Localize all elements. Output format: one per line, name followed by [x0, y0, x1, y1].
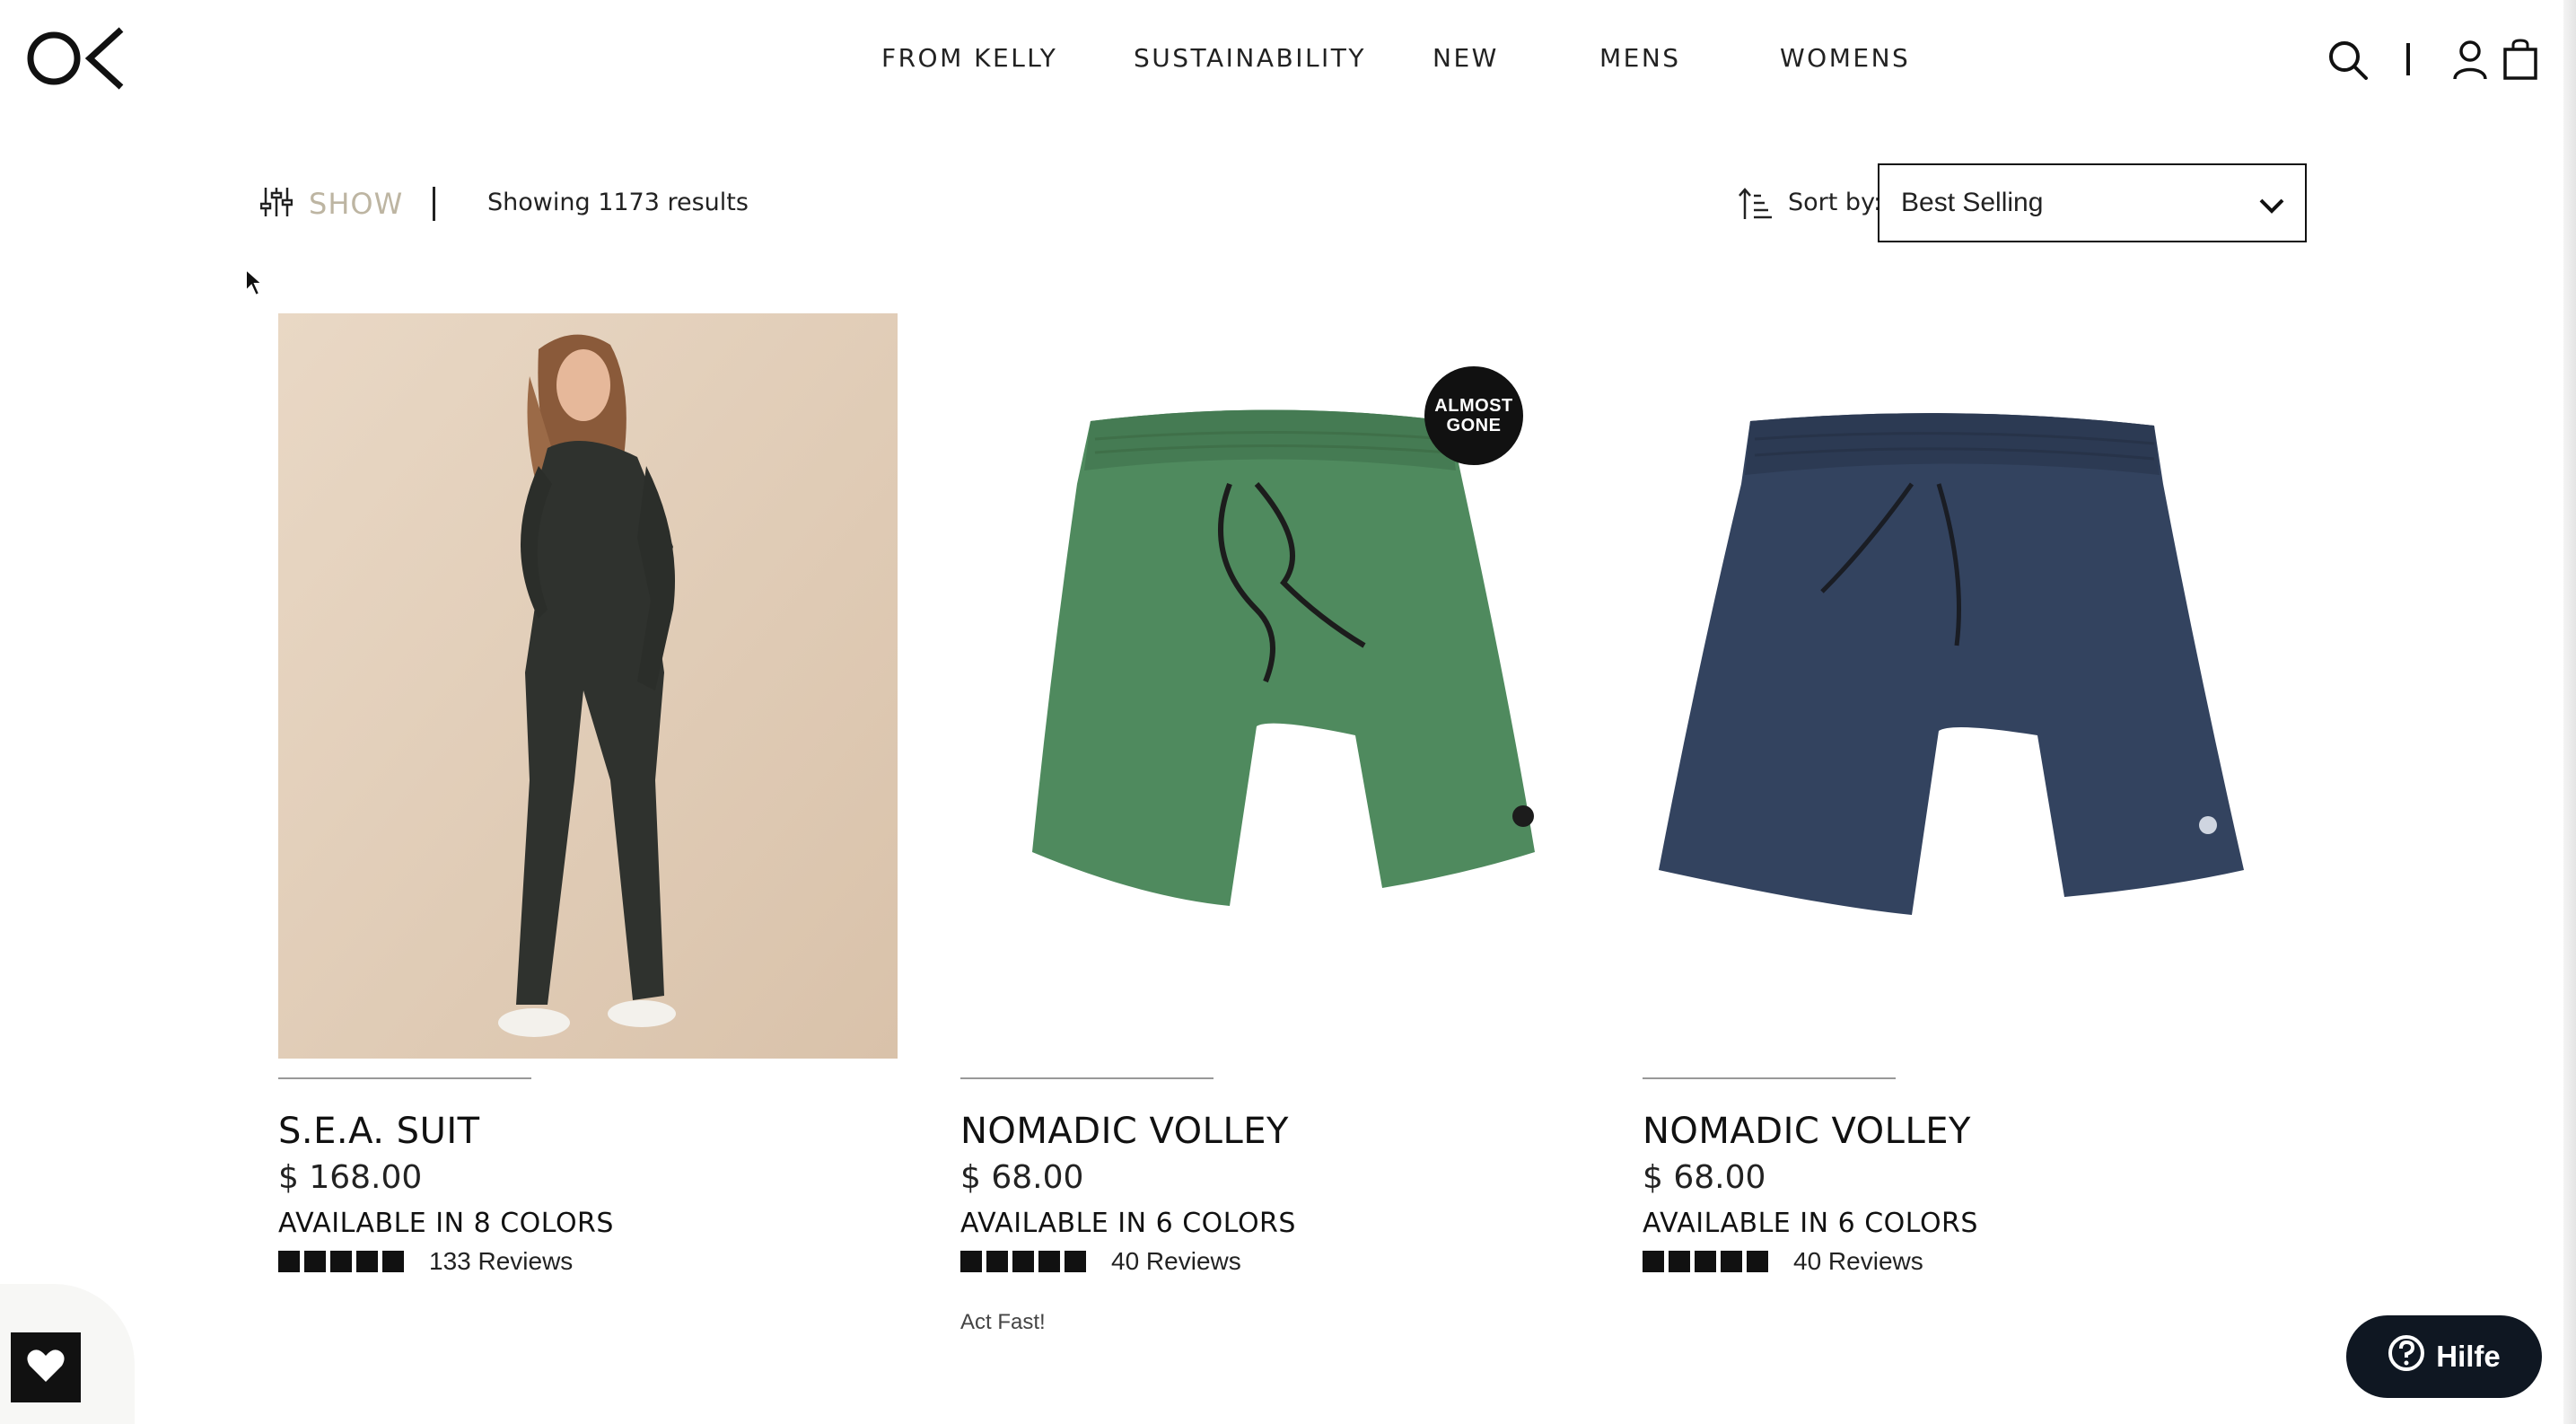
account-icon[interactable]: [2452, 40, 2488, 85]
nav-mens[interactable]: MENS: [1599, 43, 1681, 73]
sort-dropdown[interactable]: Best Selling: [1878, 163, 2307, 242]
product-colors: AVAILABLE IN 6 COLORS: [960, 1208, 1296, 1239]
nav-womens[interactable]: WOMENS: [1780, 43, 1910, 73]
help-label: Hilfe: [2436, 1340, 2501, 1373]
star-icon: [278, 1251, 300, 1272]
product-image[interactable]: [278, 313, 898, 1059]
nav-new[interactable]: NEW: [1433, 43, 1499, 73]
ok-logo[interactable]: [27, 25, 126, 92]
card-divider: [1643, 1077, 1896, 1079]
rating-stars: [1643, 1251, 1768, 1272]
product-rating[interactable]: 40 Reviews: [960, 1247, 1241, 1276]
mouse-cursor-icon: [244, 267, 266, 303]
star-icon: [986, 1251, 1008, 1272]
star-icon: [960, 1251, 982, 1272]
product-image[interactable]: [1643, 313, 2262, 1059]
product-colors: AVAILABLE IN 6 COLORS: [1643, 1208, 1978, 1239]
rating-stars: [278, 1251, 404, 1272]
star-icon: [1747, 1251, 1768, 1272]
cart-icon[interactable]: [2502, 38, 2538, 85]
help-question-icon: [2388, 1334, 2425, 1379]
search-icon[interactable]: [2327, 40, 2369, 85]
heart-icon: [26, 1348, 66, 1388]
card-divider: [278, 1077, 531, 1079]
star-icon: [1038, 1251, 1060, 1272]
card-divider: [960, 1077, 1214, 1079]
star-icon: [1721, 1251, 1742, 1272]
star-icon: [304, 1251, 326, 1272]
star-icon: [382, 1251, 404, 1272]
toolbar-divider: [433, 187, 435, 221]
product-price: $ 68.00: [960, 1159, 1084, 1196]
review-count[interactable]: 40 Reviews: [1793, 1247, 1923, 1276]
filter-show-button[interactable]: SHOW: [259, 183, 404, 224]
wishlist-button[interactable]: [11, 1332, 81, 1402]
header-divider: [2406, 43, 2410, 75]
star-icon: [1695, 1251, 1716, 1272]
product-name[interactable]: S.E.A. SUIT: [278, 1111, 480, 1152]
sort-selected-value: Best Selling: [1901, 188, 2044, 217]
product-rating[interactable]: 40 Reviews: [1643, 1247, 1923, 1276]
product-image[interactable]: ALMOST GONE: [960, 313, 1580, 1059]
product-price: $ 168.00: [278, 1159, 423, 1196]
filter-sliders-icon: [259, 186, 294, 223]
rating-stars: [960, 1251, 1086, 1272]
sort-order-icon[interactable]: [1738, 187, 1774, 227]
product-rating[interactable]: 133 Reviews: [278, 1247, 573, 1276]
star-icon: [1065, 1251, 1086, 1272]
star-icon: [356, 1251, 378, 1272]
product-colors: AVAILABLE IN 8 COLORS: [278, 1208, 614, 1239]
help-button[interactable]: Hilfe: [2346, 1315, 2542, 1398]
sort-label: Sort by:: [1788, 189, 1882, 216]
nav-sustainability[interactable]: SUSTAINABILITY: [1134, 43, 1366, 73]
nav-from-kelly[interactable]: FROM KELLY: [881, 43, 1057, 73]
star-icon: [330, 1251, 352, 1272]
urgency-note: Act Fast!: [960, 1310, 1046, 1334]
star-icon: [1643, 1251, 1664, 1272]
star-icon: [1012, 1251, 1034, 1272]
review-count[interactable]: 40 Reviews: [1111, 1247, 1241, 1276]
results-count: Showing 1173 results: [487, 189, 749, 216]
product-price: $ 68.00: [1643, 1159, 1766, 1196]
chevron-down-icon: [2258, 192, 2285, 223]
product-name[interactable]: NOMADIC VOLLEY: [1643, 1111, 1971, 1152]
star-icon: [1669, 1251, 1690, 1272]
product-name[interactable]: NOMADIC VOLLEY: [960, 1111, 1289, 1152]
page-edge: [2563, 0, 2576, 1424]
show-label: SHOW: [309, 187, 404, 221]
review-count[interactable]: 133 Reviews: [429, 1247, 573, 1276]
almost-gone-badge: ALMOST GONE: [1424, 366, 1523, 465]
